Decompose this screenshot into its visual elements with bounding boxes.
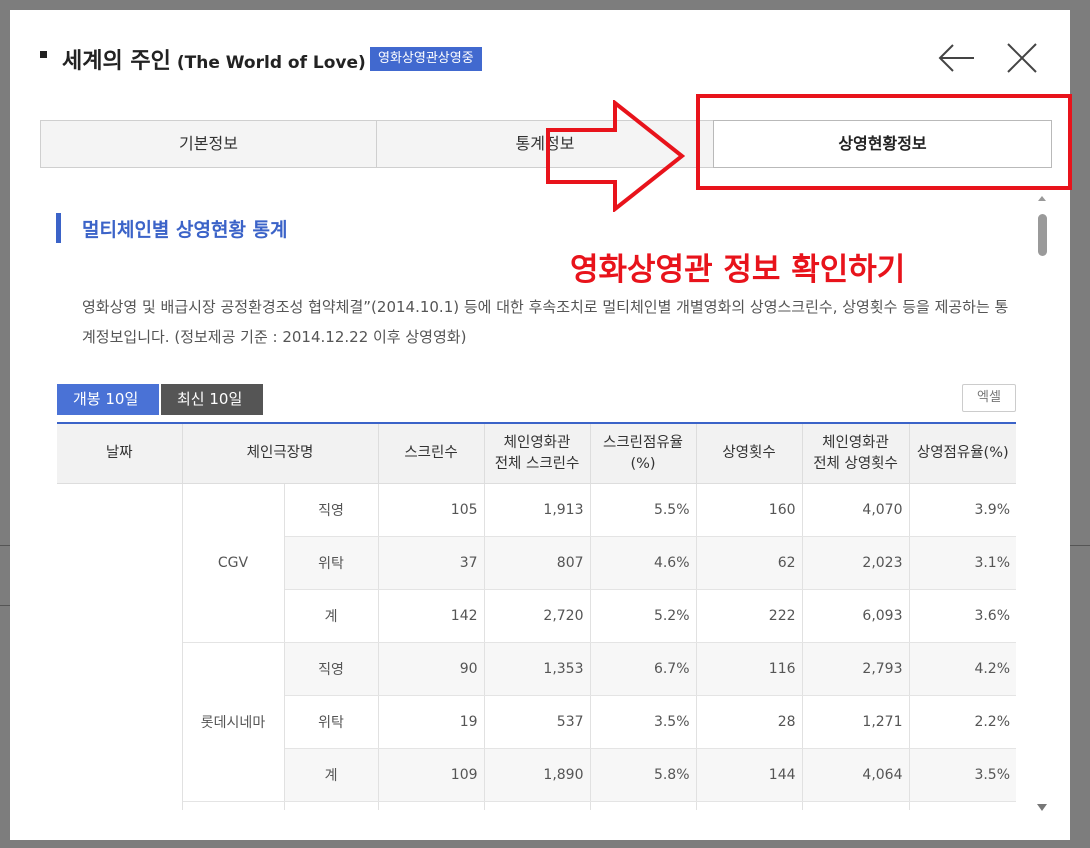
- show-share: 3.1%: [909, 536, 1017, 590]
- shows: [696, 801, 803, 810]
- screen-share: 6.7%: [590, 642, 697, 696]
- col-header-screens: 스크린수: [378, 423, 485, 484]
- shows: 144: [696, 748, 803, 802]
- tab-basic-info[interactable]: 기본정보: [40, 120, 377, 168]
- total-shows: 2,793: [802, 642, 910, 696]
- operation-type: 직영: [284, 483, 379, 537]
- header-line: 스크린점유율: [602, 434, 684, 451]
- show-share: 2.2%: [909, 695, 1017, 749]
- operation-type: 위탁: [284, 695, 379, 749]
- shows: 62: [696, 536, 803, 590]
- excel-download-button[interactable]: 엑셀: [962, 384, 1016, 412]
- shows: 160: [696, 483, 803, 537]
- col-header-date: 날짜: [57, 423, 183, 484]
- screens: 109: [378, 748, 485, 802]
- annotation-text: 영화상영관 정보 확인하기: [570, 252, 906, 288]
- total-shows: 1,271: [802, 695, 910, 749]
- total-screens: 1,890: [484, 748, 591, 802]
- arrow-left-icon: [938, 44, 974, 72]
- backdrop-divider: [0, 545, 10, 546]
- annotation-highlight-box: [696, 94, 1072, 190]
- scrollbar-thumb[interactable]: [1038, 214, 1047, 256]
- title-bullet: [40, 51, 47, 58]
- screens: 105: [378, 483, 485, 537]
- show-share: 3.9%: [909, 483, 1017, 537]
- col-header-shows: 상영횟수: [696, 423, 803, 484]
- operation-type: 계: [284, 748, 379, 802]
- show-share: 3.6%: [909, 589, 1017, 643]
- section-description: 영화상영 및 배급시장 공정환경조성 협약체결”(2014.10.1) 등에 대…: [82, 298, 1009, 346]
- subtab-opening-10days[interactable]: 개봉 10일: [57, 384, 159, 415]
- show-share: [909, 801, 1017, 810]
- shows: 222: [696, 589, 803, 643]
- back-button[interactable]: [937, 38, 977, 78]
- total-screens: 2,720: [484, 589, 591, 643]
- screens: 142: [378, 589, 485, 643]
- total-shows: 6,093: [802, 589, 910, 643]
- col-header-screen-share: 스크린점유율 (%): [590, 423, 697, 484]
- section-title-bar: [56, 213, 61, 243]
- total-shows: 4,064: [802, 748, 910, 802]
- header-line: 전체 스크린수: [494, 455, 580, 472]
- modal-title: 세계의 주인 (The World of Love): [62, 43, 366, 75]
- operation-type: 직영: [284, 642, 379, 696]
- total-screens: 537: [484, 695, 591, 749]
- col-header-total-screens: 체인영화관전체 스크린수: [484, 423, 591, 484]
- movie-title-english: (The World of Love): [176, 53, 366, 73]
- screen-share: 5.2%: [590, 589, 697, 643]
- header-line: 체인영화관: [822, 434, 889, 451]
- operation-type: [284, 801, 379, 810]
- table-header-row: 날짜 체인극장명 스크린수 체인영화관전체 스크린수 스크린점유율 (%) 상영횟…: [57, 423, 1017, 484]
- operation-type: 계: [284, 589, 379, 643]
- show-share: 4.2%: [909, 642, 1017, 696]
- scroll-down-arrow[interactable]: [1037, 804, 1047, 811]
- screen-share: 5.5%: [590, 483, 697, 537]
- close-icon: [1007, 43, 1037, 73]
- screen-share: 5.8%: [590, 748, 697, 802]
- screens: 37: [378, 536, 485, 590]
- header-line: (%): [630, 455, 656, 472]
- header-line: 체인영화관: [503, 434, 571, 451]
- screens: 19: [378, 695, 485, 749]
- scrollbar[interactable]: [1036, 195, 1048, 805]
- chain-name: 롯데시네마: [182, 642, 285, 802]
- backdrop-divider: [1070, 545, 1090, 546]
- operation-type: 위탁: [284, 536, 379, 590]
- annotation-arrow-icon: [546, 100, 685, 212]
- section-title: 멀티체인별 상영현황 통계: [82, 219, 288, 241]
- screen-share: [590, 801, 697, 810]
- movie-title-korean: 세계의 주인: [62, 49, 171, 74]
- screening-status-badge: 영화상영관상영중: [370, 47, 482, 71]
- col-header-total-shows: 체인영화관전체 상영횟수: [802, 423, 910, 484]
- screen-share: 4.6%: [590, 536, 697, 590]
- total-screens: [484, 801, 591, 810]
- chain-name: [182, 801, 285, 810]
- table-row: 롯데시네마 직영 90 1,353 6.7% 116 2,793 4.2%: [57, 642, 1017, 802]
- shows: 116: [696, 642, 803, 696]
- backdrop-divider: [0, 605, 10, 606]
- total-shows: 4,070: [802, 483, 910, 537]
- screening-stats-table: 날짜 체인극장명 스크린수 체인영화관전체 스크린수 스크린점유율 (%) 상영횟…: [57, 422, 1017, 810]
- screen-share: 3.5%: [590, 695, 697, 749]
- col-header-chain: 체인극장명: [182, 423, 379, 484]
- total-screens: 1,353: [484, 642, 591, 696]
- total-shows: 2,023: [802, 536, 910, 590]
- shows: 28: [696, 695, 803, 749]
- screens: 90: [378, 642, 485, 696]
- table-row: CGV 직영 105 1,913 5.5% 160 4,070 3.9%: [57, 483, 1017, 810]
- close-button[interactable]: [1002, 38, 1042, 78]
- total-screens: 807: [484, 536, 591, 590]
- screens: [378, 801, 485, 810]
- table-row: [57, 801, 1017, 810]
- subtab-recent-10days[interactable]: 최신 10일: [161, 384, 263, 415]
- header-line: 전체 상영횟수: [813, 455, 898, 472]
- total-shows: [802, 801, 910, 810]
- show-share: 3.5%: [909, 748, 1017, 802]
- total-screens: 1,913: [484, 483, 591, 537]
- chain-name: CGV: [182, 483, 285, 643]
- col-header-show-share: 상영점유율(%): [909, 423, 1017, 484]
- date-cell: [57, 483, 183, 810]
